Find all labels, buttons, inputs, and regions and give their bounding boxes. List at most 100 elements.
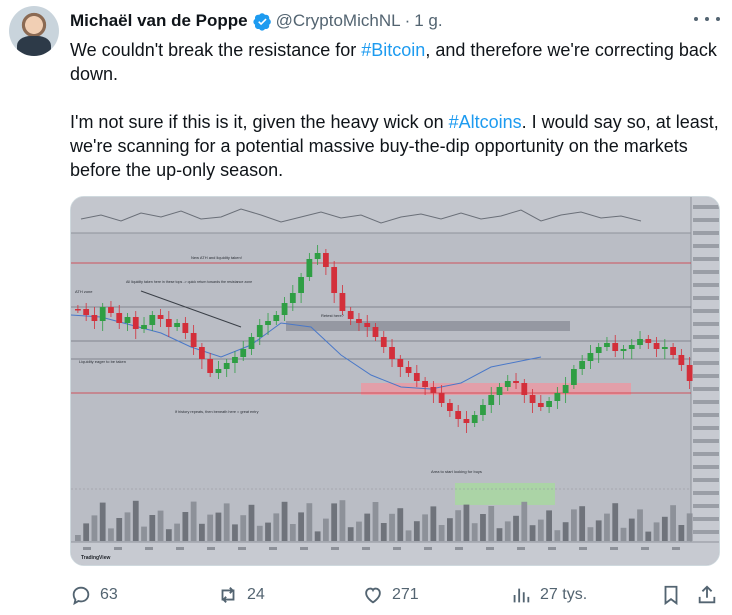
- share-button[interactable]: [696, 583, 718, 607]
- volume-bar: [537, 519, 544, 541]
- candle-body: [314, 253, 321, 259]
- time-tick: [269, 547, 277, 550]
- price-tick: [693, 465, 719, 469]
- time-tick: [238, 547, 246, 550]
- views-button[interactable]: 27 tys.: [510, 583, 587, 607]
- candle-body: [223, 363, 230, 369]
- author-avatar[interactable]: [9, 6, 59, 56]
- volume-bar: [389, 513, 395, 541]
- hashtag-altcoins[interactable]: #Altcoins: [449, 112, 522, 132]
- volume-bar: [215, 512, 222, 541]
- time-tick: [331, 547, 339, 550]
- time-tick: [114, 547, 122, 550]
- volume-bar: [455, 510, 462, 541]
- volume-bar: [298, 512, 304, 541]
- annotation-history: If history repeats, then beneath here = …: [175, 410, 259, 414]
- verified-badge-icon: [253, 12, 271, 31]
- like-button[interactable]: 271: [362, 583, 419, 607]
- price-tick: [693, 517, 719, 521]
- time-tick: [176, 547, 184, 550]
- price-tick: [693, 309, 719, 313]
- price-tick: [693, 452, 719, 456]
- volume-bar: [670, 505, 676, 541]
- views-count: 27 tys.: [540, 586, 588, 603]
- repost-button[interactable]: 24: [217, 583, 265, 607]
- candle-body: [356, 319, 362, 323]
- time-tick: [207, 547, 215, 550]
- volume-bar: [281, 501, 288, 541]
- candle-body: [331, 267, 338, 293]
- price-tick: [693, 296, 719, 300]
- candle-body: [496, 387, 503, 395]
- candle-body: [463, 419, 470, 423]
- volume-bar: [628, 518, 635, 541]
- candle-body: [480, 405, 486, 415]
- volume-bar: [380, 523, 387, 541]
- volume-bar: [447, 518, 453, 541]
- bookmark-button[interactable]: [660, 583, 682, 607]
- price-tick: [693, 361, 719, 365]
- author-name[interactable]: Michaël van de Poppe: [70, 11, 248, 31]
- candle-body: [537, 403, 544, 407]
- tradingview-chart-image: New ATH and liquidity taken! All liquidi…: [71, 197, 719, 565]
- price-tick: [693, 426, 719, 430]
- candle-body: [670, 347, 676, 355]
- candle-body: [430, 387, 437, 393]
- volume-bar: [422, 514, 428, 541]
- price-tick: [693, 231, 719, 235]
- volume-bar: [124, 512, 131, 541]
- price-tick: [693, 244, 719, 248]
- candle-body: [182, 323, 189, 333]
- price-tick: [693, 400, 719, 404]
- time-tick: [610, 547, 618, 550]
- candle-body: [232, 357, 238, 363]
- hashtag-bitcoin[interactable]: #Bitcoin: [361, 40, 425, 60]
- price-tick: [693, 387, 719, 391]
- resistance-zone: [286, 321, 570, 331]
- volume-bar: [256, 525, 263, 541]
- volume-bar: [405, 530, 412, 541]
- candle-body: [546, 401, 552, 407]
- time-axis: [71, 542, 719, 565]
- text-segment: We couldn't break the resistance for: [70, 40, 362, 60]
- volume-bar: [314, 531, 321, 541]
- separator-dot: ·: [404, 11, 411, 30]
- volume-bar: [199, 523, 205, 541]
- candle-body: [653, 343, 660, 349]
- candle-body: [513, 381, 519, 383]
- like-count: 271: [392, 586, 419, 603]
- author-handle[interactable]: @CryptoMichNL: [276, 11, 401, 31]
- candle-body: [108, 307, 114, 313]
- chart-image[interactable]: New ATH and liquidity taken! All liquidi…: [70, 196, 720, 566]
- candle-body: [438, 393, 445, 403]
- candle-body: [339, 293, 346, 311]
- indicator-pane: [71, 197, 691, 233]
- reply-button[interactable]: 63: [70, 583, 118, 607]
- candle-body: [504, 381, 511, 387]
- time-tick: [455, 547, 463, 550]
- candle-body: [240, 349, 247, 357]
- annotation-new-ath: New ATH and liquidity taken!: [191, 255, 242, 260]
- volume-bar: [356, 521, 362, 541]
- candle-body: [273, 315, 280, 321]
- share-icon: [698, 585, 716, 604]
- more-options-icon[interactable]: [694, 10, 720, 28]
- candle-body: [372, 327, 379, 337]
- candle-body: [157, 315, 164, 319]
- time-tick: [486, 547, 494, 550]
- candle-body: [91, 315, 98, 321]
- action-bar: 63 24 271 27 tys.: [70, 583, 720, 607]
- candle-body: [595, 347, 602, 353]
- candle-body: [521, 383, 528, 395]
- candle-body: [471, 415, 478, 423]
- volume-bar: [174, 523, 180, 541]
- candle-body: [306, 259, 313, 277]
- volume-bar: [116, 518, 123, 541]
- candle-body: [149, 315, 156, 325]
- volume-bar: [397, 508, 404, 541]
- volume-bar: [83, 523, 90, 541]
- post-time[interactable]: 1 g.: [414, 11, 442, 31]
- candle-body: [579, 361, 586, 369]
- volume-bar: [265, 522, 271, 541]
- reply-count: 63: [100, 586, 118, 603]
